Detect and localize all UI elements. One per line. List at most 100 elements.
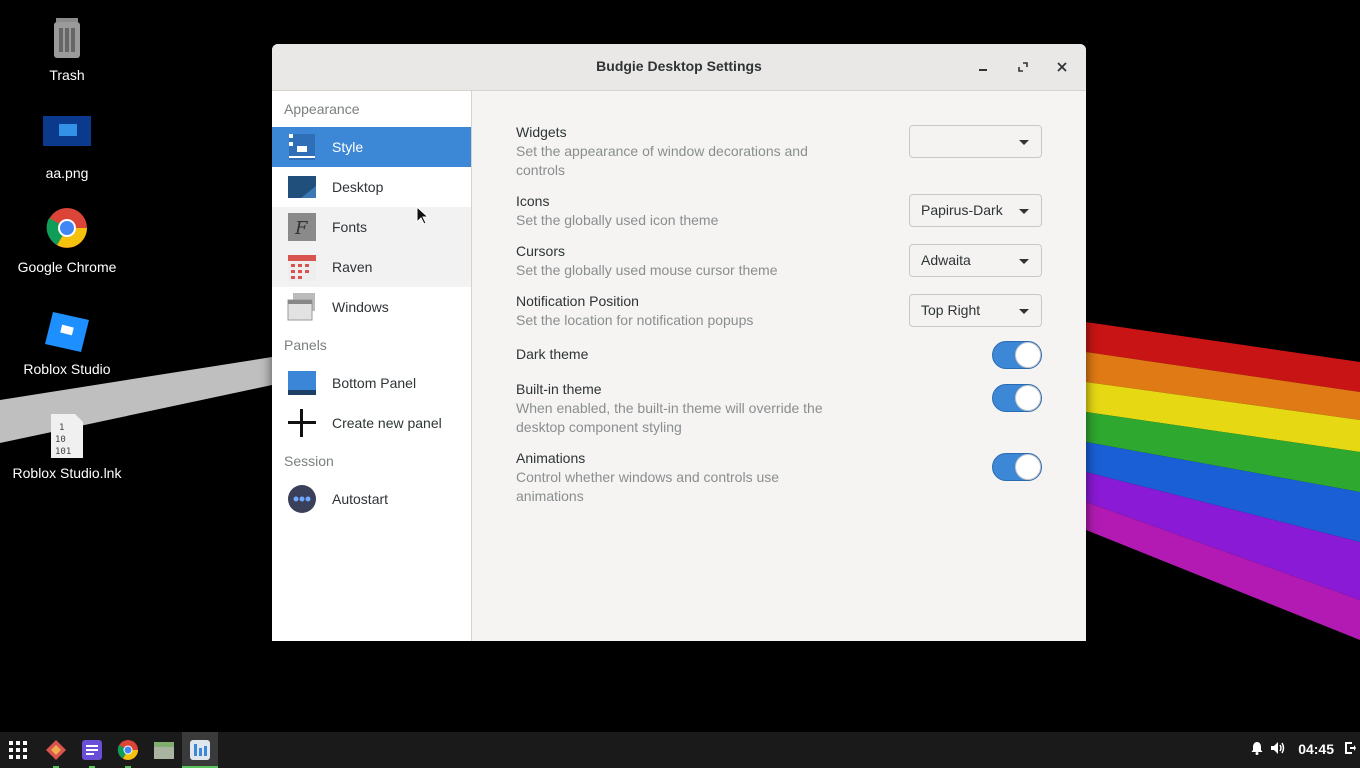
switch-knob (1015, 454, 1041, 480)
trash-icon (43, 14, 91, 62)
setting-name: Built-in theme (516, 381, 602, 397)
settings-app-icon (190, 740, 210, 760)
sidebar-item-label: Style (332, 139, 364, 155)
desktop-icon-label: Roblox Studio (23, 361, 111, 377)
builtin-theme-switch[interactable] (992, 384, 1042, 412)
logout-icon (1345, 742, 1356, 754)
switch-knob (1015, 385, 1041, 411)
sidebar-item-fonts[interactable]: F Fonts (272, 207, 471, 247)
volume-button[interactable] (1270, 741, 1286, 758)
setting-desc: Set the location for notification popups (516, 312, 754, 328)
sidebar-item-autostart[interactable]: Autostart (272, 479, 471, 519)
notifications-button[interactable] (1251, 741, 1263, 758)
sidebar-item-label: Desktop (332, 179, 384, 195)
sidebar-item-label: Bottom Panel (332, 375, 417, 391)
close-icon (1057, 62, 1067, 72)
combo-value: Papirus-Dark (921, 202, 1003, 218)
roblox-studio-icon (43, 308, 91, 356)
sidebar-item-label: Create new panel (332, 415, 442, 431)
setting-notification-position: Notification Position Set the location f… (516, 292, 1042, 330)
animations-switch[interactable] (992, 453, 1042, 481)
image-file-icon (43, 112, 91, 160)
settings-content: Widgets Set the appearance of window dec… (472, 91, 1086, 641)
folder-icon (154, 742, 174, 759)
sidebar-item-style[interactable]: Style (272, 127, 471, 167)
setting-name: Dark theme (516, 346, 589, 362)
desktop-icon-trash[interactable]: Trash (0, 14, 134, 85)
sidebar-item-label: Autostart (332, 491, 389, 507)
desktop-icon-aa-png[interactable]: aa.png (0, 112, 134, 183)
setting-icons: Icons Set the globally used icon theme P… (516, 192, 1042, 230)
sidebar-item-create-new-panel[interactable]: Create new panel (272, 403, 471, 443)
autostart-icon (287, 484, 317, 514)
sidebar-section-appearance: Appearance (284, 101, 360, 117)
svg-text:1: 1 (59, 423, 64, 433)
desktop-icon-label: Trash (49, 67, 85, 83)
setting-desc: Set the appearance of window decorations… (516, 143, 808, 178)
volume-icon (1271, 742, 1285, 754)
chevron-down-icon (1019, 259, 1029, 264)
setting-name: Animations (516, 450, 586, 466)
taskbar-budgie-settings[interactable] (182, 732, 218, 768)
settings-window: Budgie Desktop Settings Appearance Style… (272, 44, 1086, 641)
widgets-combo[interactable] (909, 125, 1042, 158)
combo-value: Adwaita (921, 252, 971, 268)
setting-animations: Animations Control whether windows and c… (516, 449, 1042, 506)
sidebar-section-panels: Panels (284, 337, 327, 353)
taskbar-app-2[interactable] (74, 732, 110, 768)
setting-widgets: Widgets Set the appearance of window dec… (516, 123, 1042, 180)
app-menu-button[interactable] (0, 732, 36, 768)
switch-knob (1015, 342, 1041, 368)
chevron-down-icon (1019, 209, 1029, 214)
sidebar-item-desktop[interactable]: Desktop (272, 167, 471, 207)
close-button[interactable] (1051, 56, 1073, 78)
bell-icon (1251, 742, 1263, 755)
taskbar: 04:45 (0, 732, 1360, 768)
minimize-icon (979, 69, 987, 71)
minimize-button[interactable] (972, 56, 994, 78)
panel-icon (287, 368, 317, 398)
svg-text:F: F (294, 218, 309, 239)
setting-builtin-theme: Built-in theme When enabled, the built-i… (516, 380, 1042, 437)
mouse-cursor-icon (416, 206, 430, 225)
cursors-combo[interactable]: Adwaita (909, 244, 1042, 277)
windows-icon (287, 292, 317, 322)
desktop-icon (287, 172, 317, 202)
chrome-icon (43, 206, 91, 254)
desktop-icon-google-chrome[interactable]: Google Chrome (0, 206, 134, 277)
dark-theme-switch[interactable] (992, 341, 1042, 369)
desktop-icon-roblox-studio[interactable]: Roblox Studio (0, 308, 134, 379)
binary-file-icon: 1 10 101 (43, 412, 91, 460)
sidebar-item-bottom-panel[interactable]: Bottom Panel (272, 363, 471, 403)
sidebar-item-label: Windows (332, 299, 389, 315)
notification-position-combo[interactable]: Top Right (909, 294, 1042, 327)
sidebar-item-raven[interactable]: Raven (272, 247, 471, 287)
window-title: Budgie Desktop Settings (596, 58, 762, 74)
raven-icon (287, 252, 317, 282)
setting-desc: Control whether windows and controls use… (516, 469, 780, 504)
maximize-button[interactable] (1012, 56, 1034, 78)
style-icon (287, 132, 317, 162)
taskbar-files[interactable] (146, 732, 182, 768)
combo-value: Top Right (921, 302, 981, 318)
titlebar[interactable]: Budgie Desktop Settings (272, 44, 1086, 91)
chevron-down-icon (1019, 140, 1029, 145)
app-diamond-icon (46, 740, 66, 760)
icons-combo[interactable]: Papirus-Dark (909, 194, 1042, 227)
taskbar-chrome[interactable] (110, 732, 146, 768)
maximize-icon (1018, 62, 1028, 72)
desktop-icon-label: Google Chrome (17, 259, 117, 275)
sidebar-item-label: Fonts (332, 219, 368, 235)
grid-icon (9, 741, 27, 759)
desktop-icon-roblox-studio-lnk[interactable]: 1 10 101 Roblox Studio.lnk (0, 412, 134, 483)
setting-cursors: Cursors Set the globally used mouse curs… (516, 242, 1042, 280)
taskbar-app-1[interactable] (38, 732, 74, 768)
clock[interactable]: 04:45 (1298, 741, 1334, 757)
svg-text:101: 101 (55, 447, 71, 457)
sidebar-item-windows[interactable]: Windows (272, 287, 471, 327)
desktop-icon-label: Roblox Studio.lnk (12, 465, 122, 481)
sidebar-section-session: Session (284, 453, 334, 469)
plus-icon (287, 408, 317, 438)
session-button[interactable] (1344, 741, 1356, 758)
setting-desc: Set the globally used mouse cursor theme (516, 262, 778, 278)
